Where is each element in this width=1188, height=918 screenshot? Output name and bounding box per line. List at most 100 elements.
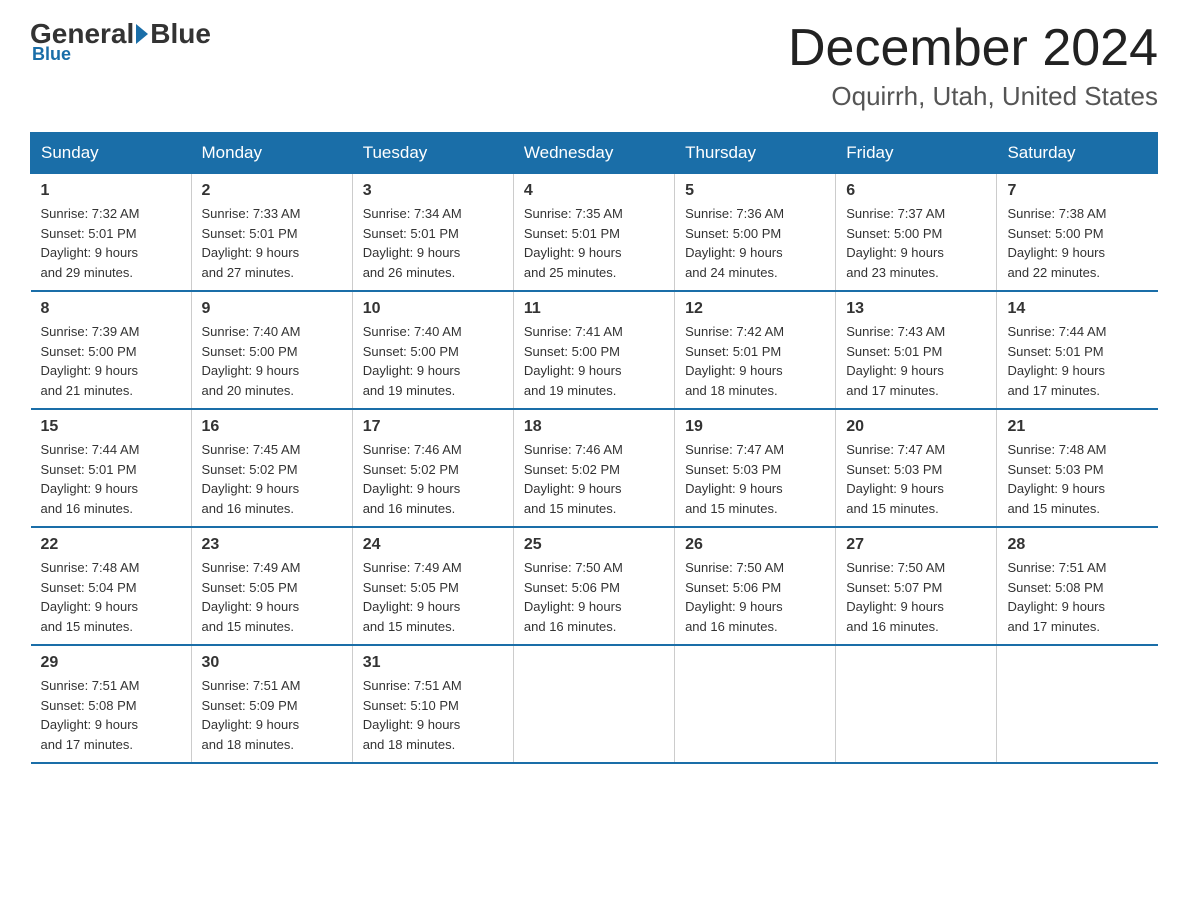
day-number: 13 xyxy=(846,300,986,318)
day-number: 5 xyxy=(685,182,825,200)
calendar-cell xyxy=(513,645,674,763)
day-info: Sunrise: 7:51 AMSunset: 5:08 PMDaylight:… xyxy=(41,676,181,754)
calendar-cell: 10Sunrise: 7:40 AMSunset: 5:00 PMDayligh… xyxy=(352,291,513,409)
calendar-cell: 27Sunrise: 7:50 AMSunset: 5:07 PMDayligh… xyxy=(836,527,997,645)
header-wednesday: Wednesday xyxy=(513,133,674,174)
day-number: 15 xyxy=(41,418,181,436)
calendar-cell: 22Sunrise: 7:48 AMSunset: 5:04 PMDayligh… xyxy=(31,527,192,645)
day-info: Sunrise: 7:37 AMSunset: 5:00 PMDaylight:… xyxy=(846,204,986,282)
header-tuesday: Tuesday xyxy=(352,133,513,174)
day-info: Sunrise: 7:45 AMSunset: 5:02 PMDaylight:… xyxy=(202,440,342,518)
day-info: Sunrise: 7:50 AMSunset: 5:06 PMDaylight:… xyxy=(524,558,664,636)
calendar-cell: 14 Sunrise: 7:44 AMSunset: 5:01 PMDayligh… xyxy=(997,291,1158,409)
calendar-cell: 18 Sunrise: 7:46 AMSunset: 5:02 PMDayligh… xyxy=(513,409,674,527)
day-info: Sunrise: 7:44 AMSunset: 5:01 PMDaylight:… xyxy=(1007,322,1147,400)
day-number: 6 xyxy=(846,182,986,200)
calendar-week-row: 29 Sunrise: 7:51 AMSunset: 5:08 PMDayligh… xyxy=(31,645,1158,763)
calendar-cell: 8Sunrise: 7:39 AMSunset: 5:00 PMDaylight… xyxy=(31,291,192,409)
day-info: Sunrise: 7:48 AMSunset: 5:03 PMDaylight:… xyxy=(1007,440,1147,518)
day-number: 31 xyxy=(363,654,503,672)
day-info: Sunrise: 7:44 AMSunset: 5:01 PMDaylight:… xyxy=(41,440,181,518)
calendar-cell: 26Sunrise: 7:50 AMSunset: 5:06 PMDayligh… xyxy=(675,527,836,645)
day-number: 7 xyxy=(1007,182,1147,200)
day-number: 22 xyxy=(41,536,181,554)
title-section: December 2024 Oquirrh, Utah, United Stat… xyxy=(788,20,1158,112)
header-thursday: Thursday xyxy=(675,133,836,174)
day-info: Sunrise: 7:46 AMSunset: 5:02 PMDaylight:… xyxy=(363,440,503,518)
day-number: 12 xyxy=(685,300,825,318)
day-info: Sunrise: 7:40 AMSunset: 5:00 PMDaylight:… xyxy=(363,322,503,400)
calendar-cell: 31Sunrise: 7:51 AMSunset: 5:10 PMDayligh… xyxy=(352,645,513,763)
day-number: 4 xyxy=(524,182,664,200)
day-number: 27 xyxy=(846,536,986,554)
calendar-cell: 21 Sunrise: 7:48 AMSunset: 5:03 PMDayligh… xyxy=(997,409,1158,527)
day-number: 18 xyxy=(524,418,664,436)
month-title: December 2024 xyxy=(788,20,1158,77)
day-number: 29 xyxy=(41,654,181,672)
calendar-cell: 20 Sunrise: 7:47 AMSunset: 5:03 PMDayligh… xyxy=(836,409,997,527)
day-info: Sunrise: 7:49 AMSunset: 5:05 PMDaylight:… xyxy=(202,558,342,636)
calendar-cell: 17Sunrise: 7:46 AMSunset: 5:02 PMDayligh… xyxy=(352,409,513,527)
day-info: Sunrise: 7:47 AMSunset: 5:03 PMDaylight:… xyxy=(685,440,825,518)
calendar-cell: 4 Sunrise: 7:35 AMSunset: 5:01 PMDaylight… xyxy=(513,174,674,292)
calendar-cell: 9Sunrise: 7:40 AMSunset: 5:00 PMDaylight… xyxy=(191,291,352,409)
logo: General Blue Blue xyxy=(30,20,211,65)
calendar-cell: 2 Sunrise: 7:33 AMSunset: 5:01 PMDaylight… xyxy=(191,174,352,292)
calendar-cell: 7Sunrise: 7:38 AMSunset: 5:00 PMDaylight… xyxy=(997,174,1158,292)
day-info: Sunrise: 7:34 AMSunset: 5:01 PMDaylight:… xyxy=(363,204,503,282)
header-friday: Friday xyxy=(836,133,997,174)
calendar-cell: 19 Sunrise: 7:47 AMSunset: 5:03 PMDayligh… xyxy=(675,409,836,527)
calendar-cell xyxy=(675,645,836,763)
day-info: Sunrise: 7:49 AMSunset: 5:05 PMDaylight:… xyxy=(363,558,503,636)
day-number: 14 xyxy=(1007,300,1147,318)
calendar-cell: 11 Sunrise: 7:41 AMSunset: 5:00 PMDayligh… xyxy=(513,291,674,409)
day-number: 20 xyxy=(846,418,986,436)
page-header: General Blue Blue December 2024 Oquirrh,… xyxy=(30,20,1158,112)
calendar-week-row: 1 Sunrise: 7:32 AMSunset: 5:01 PMDaylight… xyxy=(31,174,1158,292)
location-title: Oquirrh, Utah, United States xyxy=(788,81,1158,112)
day-number: 24 xyxy=(363,536,503,554)
day-info: Sunrise: 7:46 AMSunset: 5:02 PMDaylight:… xyxy=(524,440,664,518)
calendar-week-row: 15 Sunrise: 7:44 AMSunset: 5:01 PMDayligh… xyxy=(31,409,1158,527)
day-number: 1 xyxy=(41,182,181,200)
day-info: Sunrise: 7:33 AMSunset: 5:01 PMDaylight:… xyxy=(202,204,342,282)
day-number: 9 xyxy=(202,300,342,318)
header-saturday: Saturday xyxy=(997,133,1158,174)
calendar-cell: 24 Sunrise: 7:49 AMSunset: 5:05 PMDayligh… xyxy=(352,527,513,645)
day-number: 30 xyxy=(202,654,342,672)
day-number: 21 xyxy=(1007,418,1147,436)
calendar-table: SundayMondayTuesdayWednesdayThursdayFrid… xyxy=(30,132,1158,764)
day-info: Sunrise: 7:51 AMSunset: 5:08 PMDaylight:… xyxy=(1007,558,1147,636)
day-info: Sunrise: 7:41 AMSunset: 5:00 PMDaylight:… xyxy=(524,322,664,400)
header-monday: Monday xyxy=(191,133,352,174)
logo-blue-text: Blue xyxy=(150,20,211,48)
header-row: SundayMondayTuesdayWednesdayThursdayFrid… xyxy=(31,133,1158,174)
calendar-cell: 15 Sunrise: 7:44 AMSunset: 5:01 PMDayligh… xyxy=(31,409,192,527)
calendar-cell: 1 Sunrise: 7:32 AMSunset: 5:01 PMDaylight… xyxy=(31,174,192,292)
day-number: 11 xyxy=(524,300,664,318)
calendar-cell: 13 Sunrise: 7:43 AMSunset: 5:01 PMDayligh… xyxy=(836,291,997,409)
calendar-header: SundayMondayTuesdayWednesdayThursdayFrid… xyxy=(31,133,1158,174)
day-number: 19 xyxy=(685,418,825,436)
day-info: Sunrise: 7:50 AMSunset: 5:06 PMDaylight:… xyxy=(685,558,825,636)
day-info: Sunrise: 7:47 AMSunset: 5:03 PMDaylight:… xyxy=(846,440,986,518)
day-info: Sunrise: 7:43 AMSunset: 5:01 PMDaylight:… xyxy=(846,322,986,400)
day-info: Sunrise: 7:32 AMSunset: 5:01 PMDaylight:… xyxy=(41,204,181,282)
day-info: Sunrise: 7:35 AMSunset: 5:01 PMDaylight:… xyxy=(524,204,664,282)
calendar-cell: 29 Sunrise: 7:51 AMSunset: 5:08 PMDayligh… xyxy=(31,645,192,763)
calendar-cell: 3 Sunrise: 7:34 AMSunset: 5:01 PMDaylight… xyxy=(352,174,513,292)
day-info: Sunrise: 7:51 AMSunset: 5:09 PMDaylight:… xyxy=(202,676,342,754)
calendar-cell: 6 Sunrise: 7:37 AMSunset: 5:00 PMDaylight… xyxy=(836,174,997,292)
day-number: 3 xyxy=(363,182,503,200)
calendar-cell: 23Sunrise: 7:49 AMSunset: 5:05 PMDayligh… xyxy=(191,527,352,645)
logo-subtitle: Blue xyxy=(32,44,71,65)
calendar-cell: 16 Sunrise: 7:45 AMSunset: 5:02 PMDayligh… xyxy=(191,409,352,527)
calendar-cell: 28Sunrise: 7:51 AMSunset: 5:08 PMDayligh… xyxy=(997,527,1158,645)
calendar-cell: 30 Sunrise: 7:51 AMSunset: 5:09 PMDayligh… xyxy=(191,645,352,763)
calendar-week-row: 8Sunrise: 7:39 AMSunset: 5:00 PMDaylight… xyxy=(31,291,1158,409)
calendar-cell: 12Sunrise: 7:42 AMSunset: 5:01 PMDayligh… xyxy=(675,291,836,409)
calendar-cell: 25Sunrise: 7:50 AMSunset: 5:06 PMDayligh… xyxy=(513,527,674,645)
day-number: 2 xyxy=(202,182,342,200)
calendar-cell: 5Sunrise: 7:36 AMSunset: 5:00 PMDaylight… xyxy=(675,174,836,292)
day-number: 16 xyxy=(202,418,342,436)
